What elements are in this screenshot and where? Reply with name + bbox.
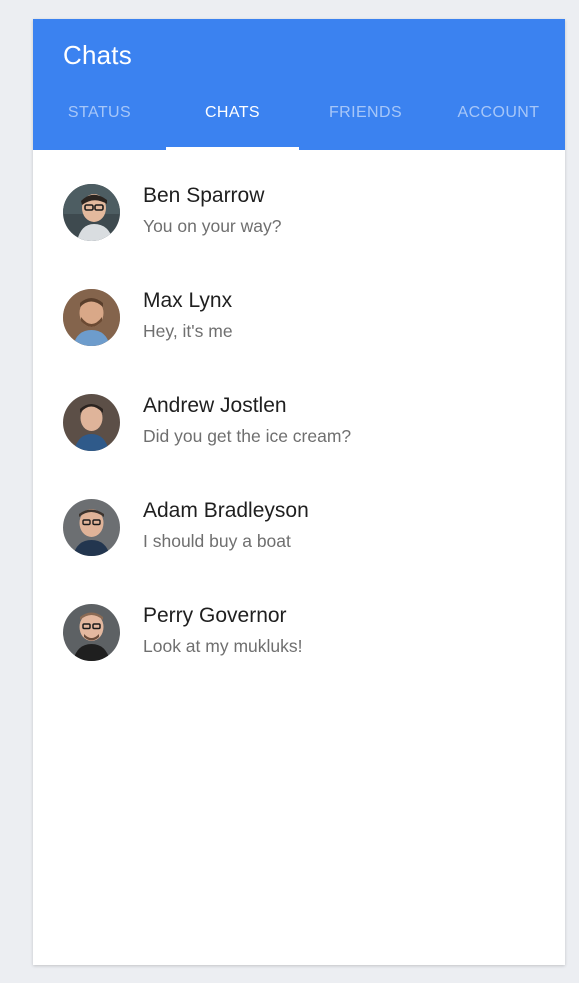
tab-account[interactable]: ACCOUNT xyxy=(432,96,565,150)
app-bar: Chats STATUS CHATS FRIENDS ACCOUNT xyxy=(33,19,565,150)
chat-preview: You on your way? xyxy=(143,216,282,236)
chat-list-item[interactable]: Andrew Jostlen Did you get the ice cream… xyxy=(33,360,565,465)
avatar-perry-governor-icon xyxy=(63,604,120,661)
avatar xyxy=(63,184,120,241)
chat-name: Adam Bradleyson xyxy=(143,499,309,522)
tab-chats[interactable]: CHATS xyxy=(166,96,299,150)
avatar-andrew-jostlen-icon xyxy=(63,394,120,451)
chat-preview: Did you get the ice cream? xyxy=(143,426,352,446)
chat-preview: I should buy a boat xyxy=(143,531,291,551)
chat-name: Max Lynx xyxy=(143,289,233,312)
chat-list-item[interactable]: Ben Sparrow You on your way? xyxy=(33,150,565,255)
chat-preview: Look at my mukluks! xyxy=(143,636,303,656)
chat-list-item[interactable]: Max Lynx Hey, it's me xyxy=(33,255,565,360)
chat-name: Andrew Jostlen xyxy=(143,394,287,417)
tab-bar: STATUS CHATS FRIENDS ACCOUNT xyxy=(33,96,565,150)
avatar xyxy=(63,604,120,661)
avatar xyxy=(63,289,120,346)
avatar-max-lynx-icon xyxy=(63,289,120,346)
chat-list-item[interactable]: Adam Bradleyson I should buy a boat xyxy=(33,465,565,570)
avatar-ben-sparrow-icon xyxy=(63,184,120,241)
app-screen: Chats STATUS CHATS FRIENDS ACCOUNT Ben S… xyxy=(33,19,565,965)
chat-list: Ben Sparrow You on your way? Max Lynx He… xyxy=(33,150,565,675)
chat-preview: Hey, it's me xyxy=(143,321,233,341)
avatar-adam-bradleyson-icon xyxy=(63,499,120,556)
avatar xyxy=(63,394,120,451)
chat-list-item[interactable]: Perry Governor Look at my mukluks! xyxy=(33,570,565,675)
page-title: Chats xyxy=(63,40,132,70)
chat-name: Ben Sparrow xyxy=(143,184,265,207)
avatar xyxy=(63,499,120,556)
tab-status[interactable]: STATUS xyxy=(33,96,166,150)
tab-friends[interactable]: FRIENDS xyxy=(299,96,432,150)
chat-name: Perry Governor xyxy=(143,604,287,627)
